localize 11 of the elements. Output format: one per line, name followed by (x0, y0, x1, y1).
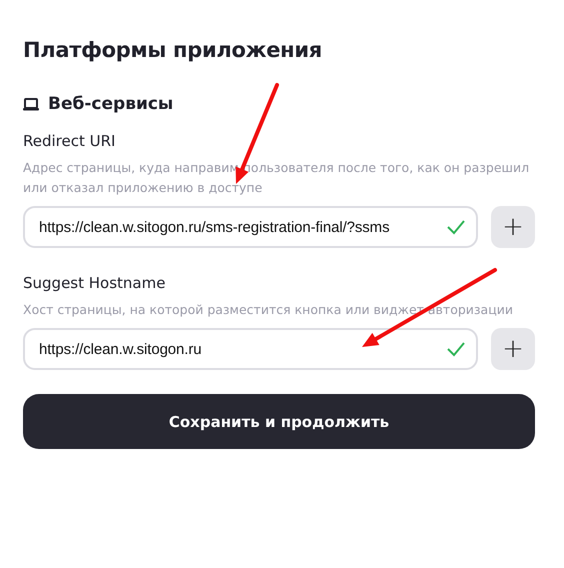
add-button[interactable]: + (491, 206, 535, 248)
field-label: Redirect URI (23, 131, 116, 152)
section-title: Веб-сервисы (48, 93, 174, 116)
url-field[interactable]: https://clean.w.sitogon.ru (23, 328, 478, 370)
add-button[interactable]: + (491, 328, 535, 370)
laptop-icon (23, 98, 39, 110)
page-title: Платформы приложения (23, 37, 323, 64)
field-hint: Хост страницы, на которой разместится кнопка или виджет авторизации (23, 301, 514, 319)
save-continue-button[interactable]: Сохранить и продолжить (23, 394, 535, 449)
field-label: Suggest Hostname (23, 273, 166, 294)
url-field[interactable]: https://clean.w.sitogon.ru/sms-registration-final/?ssms (23, 206, 478, 248)
